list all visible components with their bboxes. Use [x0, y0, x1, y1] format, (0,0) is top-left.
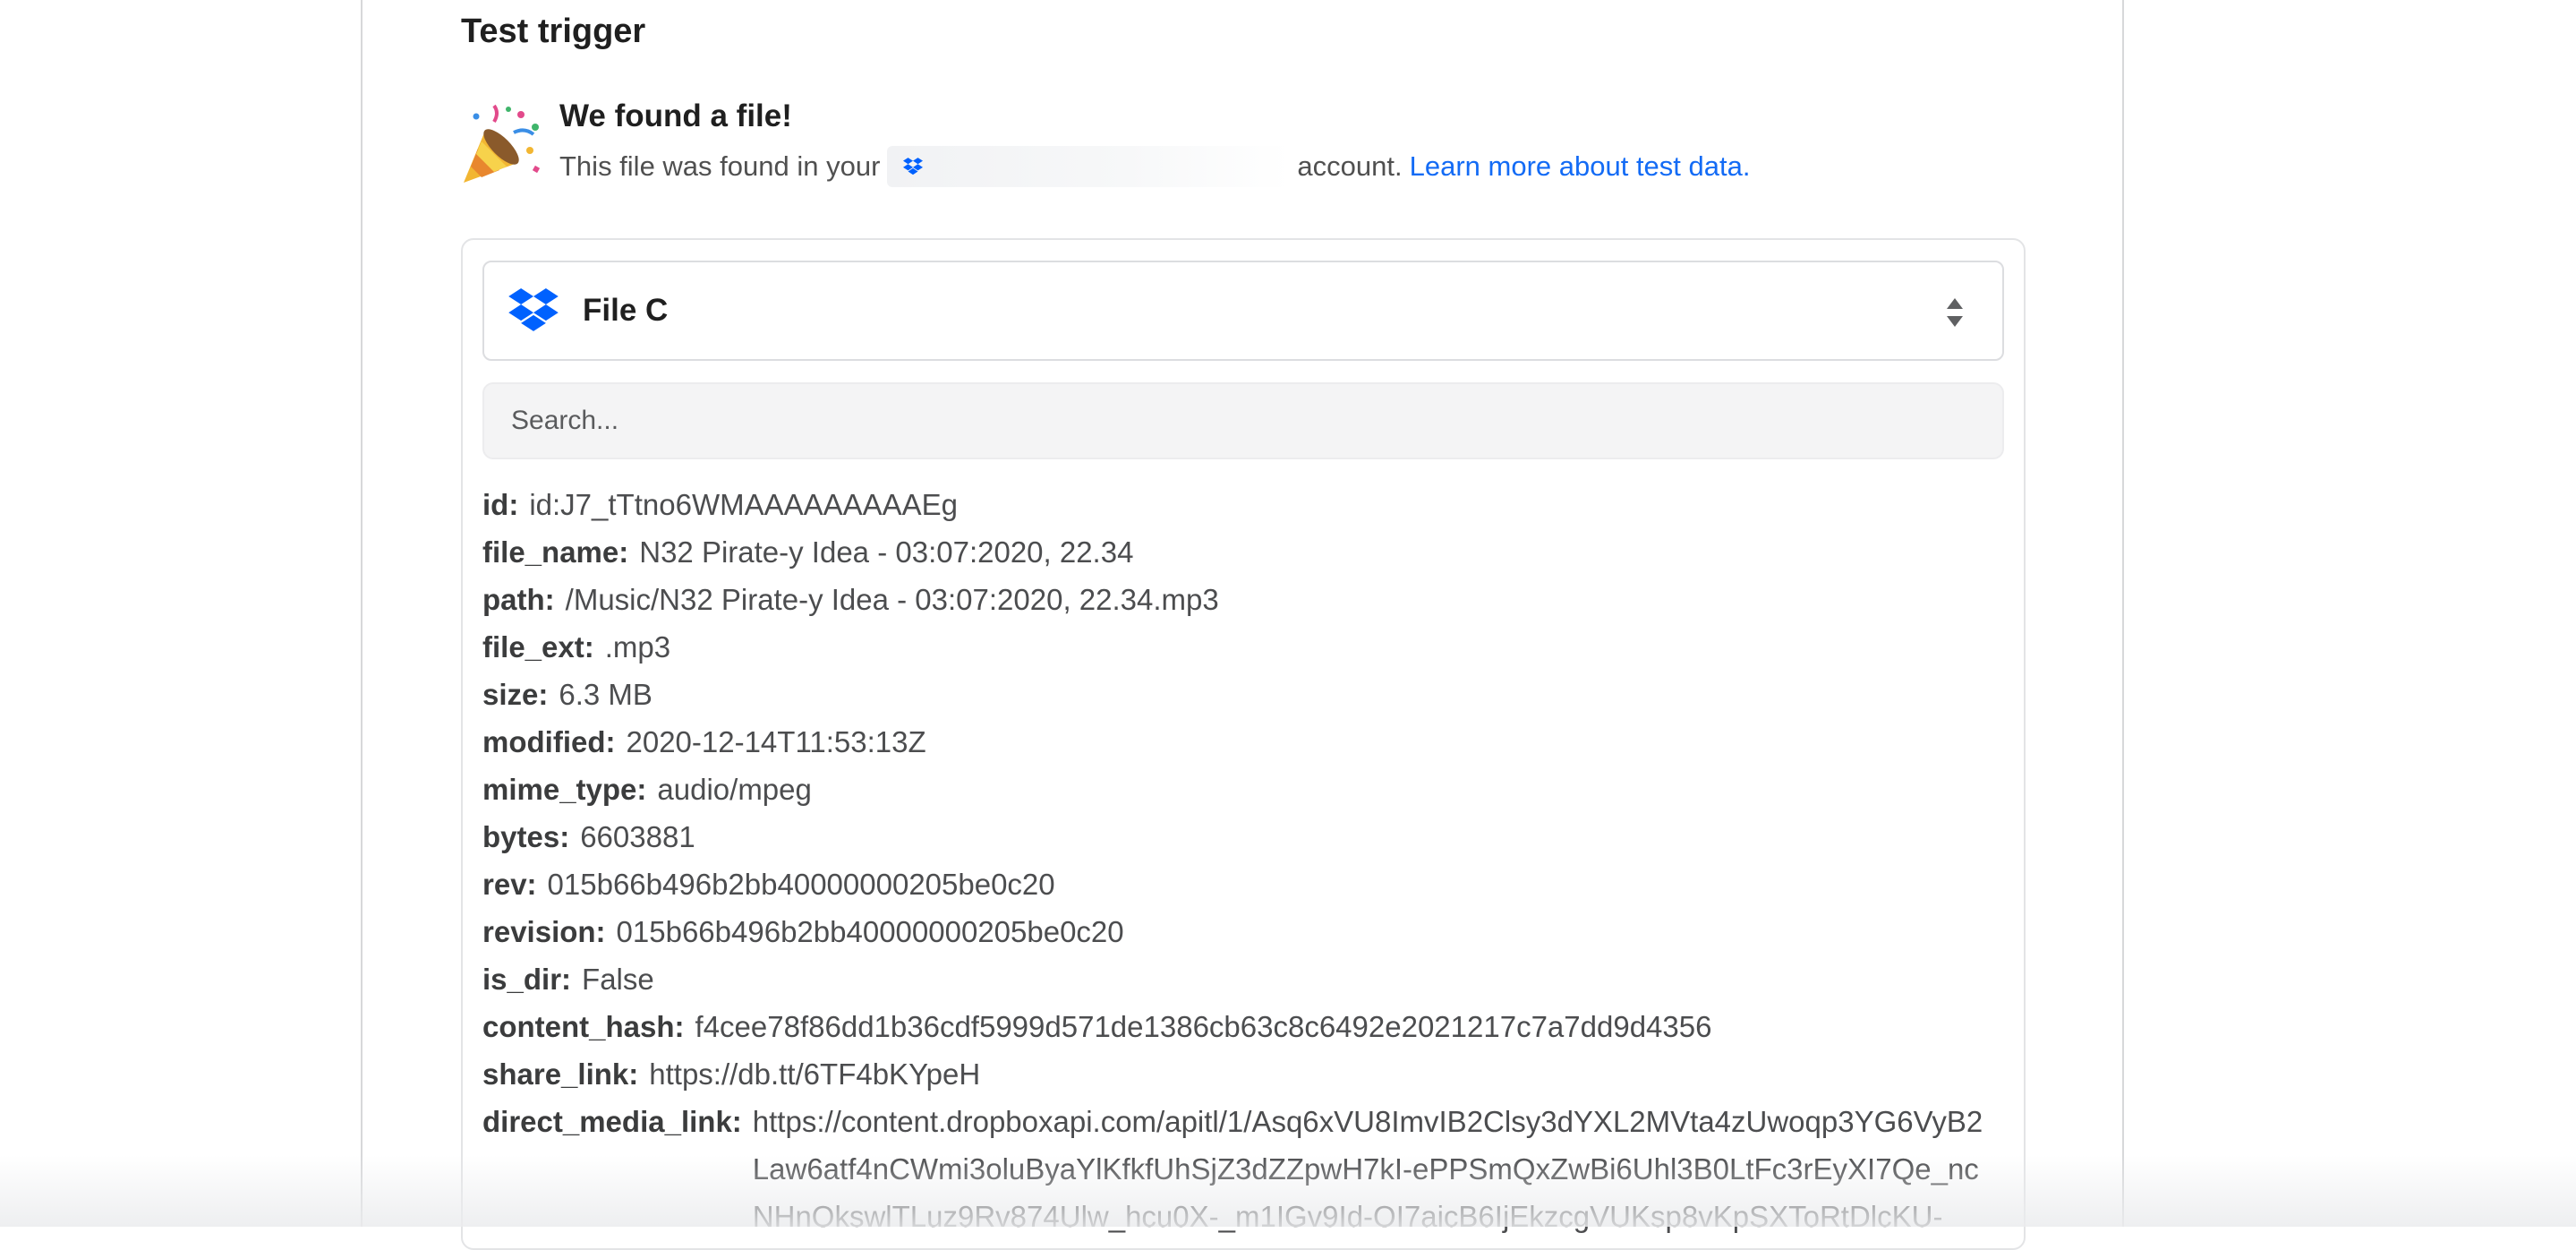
field-row: bytes: 6603881 — [482, 813, 2004, 860]
field-row: share_link: https://db.tt/6TF4bKYpeH — [482, 1050, 2004, 1098]
field-value: 6.3 MB — [559, 678, 653, 711]
field-value: /Music/N32 Pirate-y Idea - 03:07:2020, 2… — [565, 583, 1219, 616]
field-row: direct_media_link: https://content.dropbo… — [482, 1098, 2004, 1240]
field-key: size: — [482, 678, 549, 711]
found-message: This file was found in your account. Lea… — [559, 146, 1750, 187]
field-value: 015b66b496b2bb40000000205be0c20 — [616, 915, 1124, 948]
field-value: .mp3 — [604, 630, 671, 664]
field-value: f4cee78f86dd1b36cdf5999d571de1386cb63c8c… — [695, 1010, 1712, 1043]
field-key: bytes: — [482, 820, 570, 853]
field-key: is_dir: — [482, 963, 572, 996]
field-row: mime_type: audio/mpeg — [482, 766, 2004, 813]
field-key: file_ext: — [482, 630, 594, 664]
search-input[interactable] — [482, 382, 2004, 459]
field-row: path: /Music/N32 Pirate-y Idea - 03:07:20… — [482, 576, 2004, 623]
field-value: N32 Pirate-y Idea - 03:07:2020, 22.34 — [639, 535, 1134, 569]
field-row: is_dir: False — [482, 955, 2004, 1003]
field-value: https://content.dropboxapi.com/apitl/1/A… — [752, 1105, 1983, 1233]
field-key: content_hash: — [482, 1010, 685, 1043]
field-row: rev: 015b66b496b2bb40000000205be0c20 — [482, 860, 2004, 908]
field-row: revision: 015b66b496b2bb40000000205be0c20 — [482, 908, 2004, 955]
file-select-dropdown[interactable]: File C — [482, 261, 2004, 361]
selected-file-name: File C — [583, 293, 669, 328]
field-row: size: 6.3 MB — [482, 671, 2004, 718]
account-chip — [887, 146, 1291, 187]
field-row: file_name: N32 Pirate-y Idea - 03:07:2020… — [482, 528, 2004, 576]
field-key: rev: — [482, 868, 537, 901]
found-text-before: This file was found in your — [559, 150, 881, 182]
field-key: share_link: — [482, 1057, 639, 1091]
field-key: file_name: — [482, 535, 629, 569]
field-value: 2020-12-14T11:53:13Z — [626, 725, 926, 758]
field-row: file_ext: .mp3 — [482, 623, 2004, 671]
dropbox-icon — [508, 288, 559, 331]
updown-chevron-icon — [1947, 298, 1963, 327]
learn-more-link[interactable]: Learn more about test data. — [1410, 150, 1751, 183]
field-row: id: id:J7_tTtno6WMAAAAAAAAAEg — [482, 481, 2004, 528]
field-key: revision: — [482, 915, 606, 948]
field-row: content_hash: f4cee78f86dd1b36cdf5999d571… — [482, 1003, 2004, 1050]
dropbox-icon — [903, 158, 924, 176]
field-value: https://db.tt/6TF4bKYpeH — [649, 1057, 981, 1091]
field-key: id: — [482, 488, 519, 521]
field-list: id: id:J7_tTtno6WMAAAAAAAAAEg file_name: N… — [482, 481, 2004, 1240]
found-title: We found a file! — [559, 98, 792, 133]
field-row: modified: 2020-12-14T11:53:13Z — [482, 718, 2004, 766]
party-popper-icon — [464, 104, 541, 183]
field-value: id:J7_tTtno6WMAAAAAAAAAEg — [529, 488, 959, 521]
field-value: 6603881 — [580, 820, 695, 853]
field-key: modified: — [482, 725, 616, 758]
field-key: path: — [482, 583, 555, 616]
field-value: audio/mpeg — [657, 773, 812, 806]
field-key: direct_media_link: — [482, 1105, 742, 1138]
field-value: 015b66b496b2bb40000000205be0c20 — [547, 868, 1055, 901]
field-value: False — [582, 963, 654, 996]
page-title: Test trigger — [461, 13, 646, 50]
field-key: mime_type: — [482, 773, 647, 806]
found-text-after: account. — [1297, 150, 1403, 182]
